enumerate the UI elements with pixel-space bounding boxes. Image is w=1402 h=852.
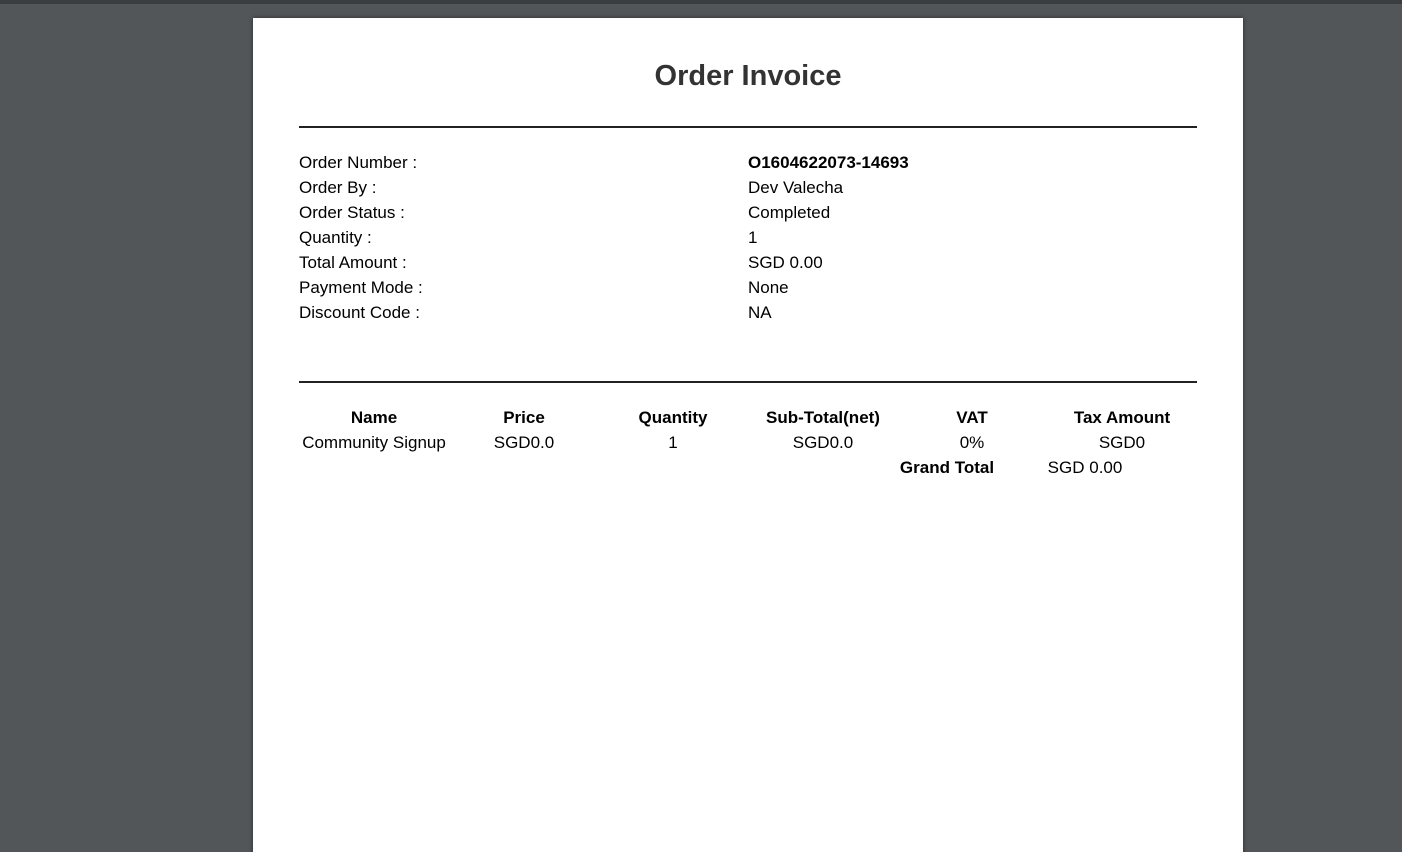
detail-row-total-amount: Total Amount : SGD 0.00	[299, 250, 1197, 275]
column-header-tax-amount: Tax Amount	[1073, 408, 1171, 427]
detail-row-order-status: Order Status : Completed	[299, 200, 1197, 225]
cell-price: SGD0.0	[493, 433, 555, 452]
detail-row-quantity: Quantity : 1	[299, 225, 1197, 250]
detail-row-discount-code: Discount Code : NA	[299, 300, 1197, 325]
table-header-row: Name Price Quantity Sub-Total(net) VAT T…	[299, 405, 1197, 430]
detail-value: O1604622073-14693	[748, 153, 909, 172]
grand-total-label: Grand Total	[899, 458, 995, 477]
detail-value: 1	[748, 228, 758, 247]
detail-value: Completed	[748, 203, 831, 222]
column-header-name: Name	[350, 408, 398, 427]
grand-total-value: SGD 0.00	[1047, 458, 1123, 477]
detail-row-payment-mode: Payment Mode : None	[299, 275, 1197, 300]
divider	[299, 381, 1197, 383]
cell-quantity: 1	[668, 433, 678, 452]
detail-value: None	[748, 278, 789, 297]
divider	[299, 126, 1197, 128]
detail-row-order-by: Order By : Dev Valecha	[299, 175, 1197, 200]
detail-label: Order By :	[299, 178, 377, 197]
column-header-vat: VAT	[956, 408, 988, 427]
pdf-viewer: Order Invoice Order Number : O1604622073…	[0, 0, 1402, 852]
cell-vat: 0%	[959, 433, 985, 452]
detail-value: NA	[748, 303, 772, 322]
grand-total-row: Grand Total SGD 0.00	[299, 455, 1197, 480]
detail-label: Order Number :	[299, 153, 418, 172]
column-header-quantity: Quantity	[638, 408, 708, 427]
detail-value: SGD 0.00	[748, 253, 823, 272]
column-header-subtotal: Sub-Total(net)	[766, 408, 880, 427]
detail-label: Total Amount :	[299, 253, 407, 272]
detail-label: Discount Code :	[299, 303, 420, 322]
detail-value: Dev Valecha	[748, 178, 844, 197]
invoice-page: Order Invoice Order Number : O1604622073…	[253, 18, 1243, 852]
cell-tax-amount: SGD0	[1098, 433, 1146, 452]
detail-label: Order Status :	[299, 203, 405, 222]
cell-subtotal: SGD0.0	[792, 433, 854, 452]
table-row: Community Signup SGD0.0 1 SGD0.0 0% SGD0	[299, 430, 1197, 455]
items-table: Name Price Quantity Sub-Total(net) VAT T…	[299, 405, 1197, 480]
detail-label: Quantity :	[299, 228, 372, 247]
cell-name: Community Signup	[302, 433, 446, 452]
page-title: Order Invoice	[654, 60, 842, 92]
detail-label: Payment Mode :	[299, 278, 423, 297]
order-details: Order Number : O1604622073-14693 Order B…	[299, 150, 1197, 325]
detail-row-order-number: Order Number : O1604622073-14693	[299, 150, 1197, 175]
column-header-price: Price	[503, 408, 545, 427]
